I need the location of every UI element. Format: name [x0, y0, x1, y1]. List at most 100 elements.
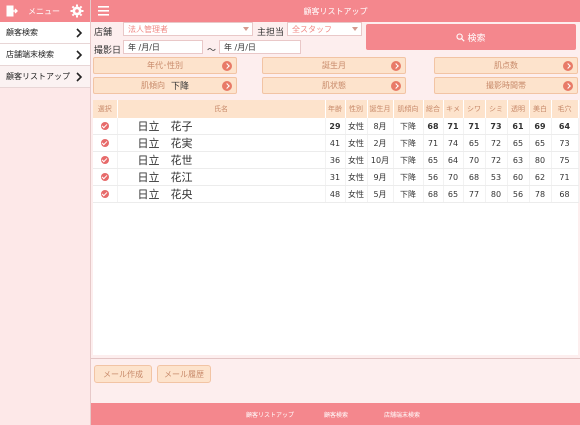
column-header: 総合: [423, 100, 444, 118]
footer-nav: 顧客リストアップ 顧客検索 店舗端末検索: [91, 403, 580, 425]
select-cell[interactable]: [93, 134, 118, 152]
cell-trend: 下降: [393, 134, 424, 152]
cell-bihaku: 65: [529, 134, 552, 152]
sidebar-item-customer-listup[interactable]: 顧客リストアップ: [0, 66, 90, 88]
sidebar-item-label: 顧客リストアップ: [6, 72, 70, 81]
customer-name: 日立 花実: [117, 134, 326, 152]
cell-total: 56: [423, 168, 444, 186]
filter-skin-state-button[interactable]: 肌状態: [262, 77, 406, 94]
sidebar-item-customer-search[interactable]: 顧客検索: [0, 22, 90, 44]
footer-link-store-terminal-search[interactable]: 店舗端末検索: [384, 410, 420, 419]
cell-toumei: 65: [507, 134, 530, 152]
cell-gender: 女性: [345, 134, 368, 152]
select-cell[interactable]: [93, 185, 118, 203]
cell-kime: 74: [443, 134, 464, 152]
footer-link-customer-listup[interactable]: 顧客リストアップ: [246, 410, 294, 419]
cell-gender: 女性: [345, 151, 368, 169]
checkbox-checked-icon[interactable]: [100, 139, 109, 147]
footer-link-customer-search[interactable]: 顧客検索: [324, 410, 348, 419]
staff-select[interactable]: 全スタッフ: [287, 22, 362, 36]
date-label: 撮影日: [94, 46, 122, 56]
checkbox-checked-icon[interactable]: [100, 122, 109, 130]
filter-label: 肌傾向: [140, 81, 165, 90]
table-row[interactable]: 日立 花子 29 女性 8月 下降 68 71 71 73 61 69 64: [93, 118, 579, 135]
filter-birth-month-button[interactable]: 誕生月: [262, 57, 406, 74]
date-from-input[interactable]: 年 /月/日: [123, 40, 203, 54]
cell-age: 36: [325, 151, 346, 169]
filter-label: 肌状態: [322, 81, 346, 90]
chevron-right-icon: [74, 71, 84, 83]
arrow-right-icon: [222, 61, 232, 71]
table-row[interactable]: 日立 花実 41 女性 2月 下降 71 74 65 72 65 65 73: [93, 134, 579, 152]
sidebar-header: メニュー: [0, 0, 90, 22]
arrow-right-icon: [222, 81, 232, 91]
cell-month: 10月: [367, 151, 394, 169]
main-area: 店舗 法人管理者 主担当 全スタッフ 撮影日 年 /月/日 ～ 年 /月/日 検…: [91, 22, 580, 403]
customer-table: 選択 氏名 年齢 性別 誕生月 肌傾向 総合 キメ シワ シミ 透明 美白 毛穴 日立 花子 29 女性 8月…: [93, 100, 579, 355]
column-header: 誕生月: [367, 100, 394, 118]
dropdown-caret-icon: [243, 27, 249, 31]
store-select-value: 法人管理者: [128, 25, 168, 34]
checkbox-checked-icon[interactable]: [100, 190, 109, 198]
cell-gender: 女性: [345, 168, 368, 186]
cell-bihaku: 78: [529, 185, 552, 203]
cell-keana: 71: [551, 168, 579, 186]
store-select[interactable]: 法人管理者: [123, 22, 253, 36]
date-separator: ～: [207, 46, 217, 56]
select-cell[interactable]: [93, 151, 118, 169]
chevron-right-icon: [74, 49, 84, 61]
cell-bihaku: 69: [529, 118, 552, 135]
search-button-label: 検索: [467, 33, 486, 44]
table-row[interactable]: 日立 花江 31 女性 9月 下降 56 70 68 53 60 62 71: [93, 168, 579, 186]
cell-bihaku: 80: [529, 151, 552, 169]
table-row[interactable]: 日立 花央 48 女性 5月 下降 68 65 77 80 56 78 68: [93, 185, 579, 203]
filter-skin-score-button[interactable]: 肌点数: [434, 57, 578, 74]
date-to-input[interactable]: 年 /月/日: [219, 40, 301, 54]
mail-compose-button[interactable]: メール作成: [94, 365, 152, 383]
table-header-row: 選択 氏名 年齢 性別 誕生月 肌傾向 総合 キメ シワ シミ 透明 美白 毛穴: [93, 100, 579, 118]
cell-trend: 下降: [393, 168, 424, 186]
cell-month: 2月: [367, 134, 394, 152]
cell-keana: 75: [551, 151, 579, 169]
cell-kime: 65: [443, 185, 464, 203]
filter-skin-trend-button[interactable]: 肌傾向 下降: [93, 77, 237, 94]
cell-toumei: 63: [507, 151, 530, 169]
cell-age: 31: [325, 168, 346, 186]
filter-label: 肌点数: [494, 61, 518, 70]
customer-name: 日立 花央: [117, 185, 326, 203]
cell-month: 8月: [367, 118, 394, 135]
sidebar: メニュー 顧客検索 店舗端末検索 顧客リストアップ: [0, 0, 91, 425]
cell-shimi: 72: [485, 134, 508, 152]
filter-shoot-time-button[interactable]: 撮影時間帯: [434, 77, 578, 94]
dropdown-caret-icon: [352, 27, 358, 31]
cell-kime: 71: [443, 118, 464, 135]
cell-kime: 70: [443, 168, 464, 186]
cell-total: 68: [423, 118, 444, 135]
table-row[interactable]: 日立 花世 36 女性 10月 下降 65 64 70 72 63 80 75: [93, 151, 579, 169]
cell-shimi: 73: [485, 118, 508, 135]
cell-trend: 下降: [393, 118, 424, 135]
filter-age-gender-button[interactable]: 年代･性別: [93, 57, 237, 74]
cell-gender: 女性: [345, 185, 368, 203]
sidebar-item-store-terminal-search[interactable]: 店舗端末検索: [0, 44, 90, 66]
checkbox-checked-icon[interactable]: [100, 156, 109, 164]
arrow-right-icon: [391, 61, 401, 71]
arrow-right-icon: [391, 81, 401, 91]
logout-icon[interactable]: [6, 5, 18, 17]
search-button[interactable]: 検索: [366, 24, 576, 50]
column-header: 美白: [529, 100, 552, 118]
gear-icon[interactable]: [70, 4, 84, 18]
cell-age: 41: [325, 134, 346, 152]
checkbox-checked-icon[interactable]: [100, 173, 109, 181]
mail-history-button[interactable]: メール履歴: [157, 365, 211, 383]
cell-toumei: 56: [507, 185, 530, 203]
cell-shiwa: 68: [463, 168, 486, 186]
cell-kime: 64: [443, 151, 464, 169]
select-cell[interactable]: [93, 168, 118, 186]
arrow-right-icon: [563, 81, 573, 91]
select-cell[interactable]: [93, 118, 118, 135]
cell-age: 48: [325, 185, 346, 203]
cell-shiwa: 70: [463, 151, 486, 169]
column-header: 毛穴: [551, 100, 579, 118]
cell-shiwa: 71: [463, 118, 486, 135]
